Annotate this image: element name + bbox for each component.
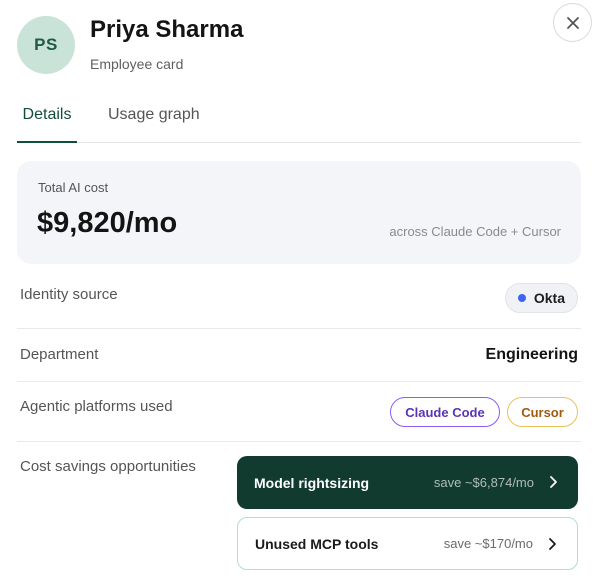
platform-chip-claude-code: Claude Code (390, 397, 500, 427)
tab-usage-graph[interactable]: Usage graph (108, 106, 200, 143)
identity-value: Okta (533, 290, 565, 306)
total-cost-note: across Claude Code + Cursor (389, 224, 561, 239)
total-cost-value: $9,820/mo (37, 207, 178, 239)
identity-badge: Okta (504, 283, 578, 313)
chevron-right-icon (550, 476, 557, 488)
platform-chip-cursor: Cursor (507, 397, 578, 427)
opportunity-savings: save ~$6,874/mo (433, 475, 534, 490)
total-cost-card: Total AI cost $9,820/mo across Claude Co… (17, 161, 581, 264)
chevron-right-icon (549, 538, 556, 550)
close-button[interactable] (553, 3, 592, 42)
card-subtitle: Employee card (90, 56, 184, 72)
okta-status-dot (517, 294, 526, 302)
opportunity-title: Unused MCP tools (255, 535, 379, 552)
savings-label: Cost savings opportunities (20, 458, 196, 475)
avatar: PS (17, 16, 75, 74)
title-wrap: Priya Sharma Employee card (90, 16, 243, 72)
platforms-label: Agentic platforms used (20, 398, 173, 415)
opportunity-savings: save ~$170/mo (443, 536, 533, 551)
close-icon (566, 16, 579, 29)
employee-header: PS Priya Sharma Employee card (17, 16, 243, 74)
opportunity-model-rightsizing[interactable]: Model rightsizing save ~$6,874/mo (237, 456, 578, 509)
total-cost-label: Total AI cost (38, 180, 109, 195)
opportunity-unused-mcp-tools[interactable]: Unused MCP tools save ~$170/mo (237, 517, 578, 570)
identity-label: Identity source (20, 286, 118, 303)
tab-bar: Details Usage graph (17, 106, 581, 143)
opportunity-title: Model rightsizing (254, 474, 370, 491)
department-label: Department (20, 346, 99, 363)
department-value: Engineering (485, 346, 578, 363)
employee-name: Priya Sharma (90, 16, 244, 43)
tab-details[interactable]: Details (17, 106, 77, 143)
